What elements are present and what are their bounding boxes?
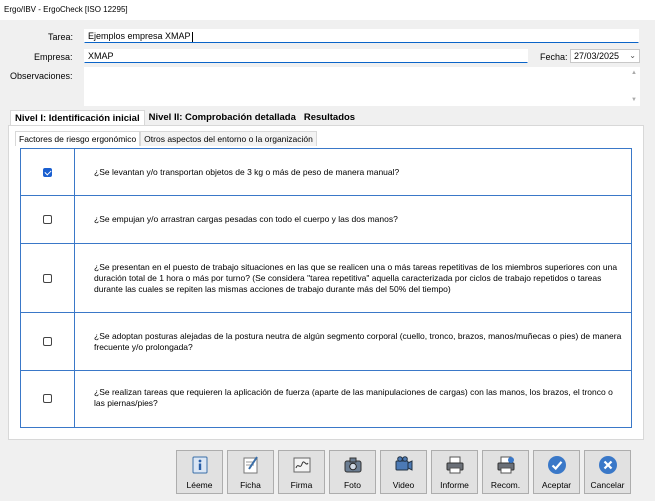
- fecha-date-picker[interactable]: 27/03/2025 ⌄: [570, 49, 640, 63]
- title-bar: Ergo/IBV - ErgoCheck [ISO 12295]: [0, 0, 655, 20]
- tarea-input[interactable]: Ejemplos empresa XMAP: [84, 29, 639, 43]
- text-caret: [191, 31, 193, 42]
- tab-nivel-2[interactable]: Nivel II: Comprobación detallada: [145, 110, 300, 126]
- sub-tabs: Factores de riesgo ergonómico Otros aspe…: [15, 131, 317, 146]
- button-label: Firma: [290, 480, 313, 490]
- question-checkbox[interactable]: [43, 168, 52, 177]
- checkbox-cell: [21, 244, 75, 312]
- foto-button[interactable]: Foto: [329, 450, 376, 494]
- fecha-label: Fecha:: [540, 52, 568, 62]
- ficha-button[interactable]: Ficha: [227, 450, 274, 494]
- observaciones-textarea[interactable]: ▲ ▼: [84, 67, 640, 106]
- tarea-value: Ejemplos empresa XMAP: [88, 31, 191, 41]
- edit-icon: [243, 456, 258, 474]
- button-label: Informe: [440, 480, 469, 490]
- button-label: Ficha: [240, 480, 261, 490]
- printer-icon: [446, 456, 464, 474]
- questions-grid: ¿Se levantan y/o transportan objetos de …: [20, 148, 632, 428]
- check-icon: [548, 456, 566, 474]
- firma-button[interactable]: Firma: [278, 450, 325, 494]
- informe-button[interactable]: Informe: [431, 450, 478, 494]
- question-checkbox[interactable]: [43, 215, 52, 224]
- empresa-label: Empresa:: [34, 52, 73, 62]
- recom-button[interactable]: Recom.: [482, 450, 529, 494]
- question-text: ¿Se realizan tareas que requieren la apl…: [94, 387, 613, 408]
- button-label: Video: [392, 480, 415, 490]
- scroll-up-icon[interactable]: ▲: [631, 70, 637, 76]
- button-label: Foto: [343, 480, 361, 490]
- cancelar-button[interactable]: Cancelar: [584, 450, 631, 494]
- question-row: ¿Se presentan en el puesto de trabajo si…: [21, 244, 631, 313]
- button-label: Recom.: [490, 480, 521, 490]
- question-row: ¿Se levantan y/o transportan objetos de …: [21, 149, 631, 196]
- observaciones-label: Observaciones:: [10, 71, 73, 81]
- tab-otros-aspectos[interactable]: Otros aspectos del entorno o la organiza…: [140, 131, 317, 146]
- question-checkbox[interactable]: [43, 394, 52, 403]
- tarea-label: Tarea:: [48, 32, 74, 42]
- question-checkbox[interactable]: [43, 337, 52, 346]
- info-icon: [192, 456, 208, 474]
- tab-nivel-1[interactable]: Nivel I: Identificación inicial: [10, 110, 145, 126]
- question-text: ¿Se presentan en el puesto de trabajo si…: [94, 262, 618, 294]
- close-icon: [599, 456, 617, 474]
- video-button[interactable]: Video: [380, 450, 427, 494]
- question-checkbox[interactable]: [43, 274, 52, 283]
- button-label: Léeme: [186, 480, 213, 490]
- fecha-value: 27/03/2025: [574, 51, 620, 61]
- button-bar: Léeme Ficha Firma Foto Video Informe Rec…: [176, 450, 631, 494]
- camera-icon: [344, 457, 362, 473]
- main-tabs: Nivel I: Identificación inicial Nivel II…: [10, 110, 359, 126]
- tab-resultados[interactable]: Resultados: [300, 110, 359, 126]
- question-row: ¿Se empujan y/o arrastran cargas pesadas…: [21, 196, 631, 244]
- window-title: Ergo/IBV - ErgoCheck [ISO 12295]: [4, 5, 128, 14]
- chevron-down-icon[interactable]: ⌄: [629, 51, 636, 60]
- video-icon: [395, 456, 413, 471]
- recommendations-icon: [497, 456, 515, 474]
- empresa-input[interactable]: XMAP: [84, 49, 528, 63]
- checkbox-cell: [21, 196, 75, 243]
- aceptar-button[interactable]: Aceptar: [533, 450, 580, 494]
- empresa-value: XMAP: [88, 51, 114, 61]
- question-row: ¿Se realizan tareas que requieren la apl…: [21, 371, 631, 427]
- checkbox-cell: [21, 371, 75, 427]
- tab-factores-riesgo[interactable]: Factores de riesgo ergonómico: [15, 131, 141, 146]
- question-text: ¿Se adoptan posturas alejadas de la post…: [94, 331, 622, 352]
- button-label: Aceptar: [541, 480, 572, 490]
- scroll-down-icon[interactable]: ▼: [631, 97, 637, 103]
- checkbox-cell: [21, 149, 75, 195]
- button-label: Cancelar: [590, 480, 625, 490]
- leeme-button[interactable]: Léeme: [176, 450, 223, 494]
- question-text: ¿Se levantan y/o transportan objetos de …: [94, 167, 400, 177]
- question-row: ¿Se adoptan posturas alejadas de la post…: [21, 313, 631, 371]
- signature-icon: [293, 457, 311, 473]
- question-text: ¿Se empujan y/o arrastran cargas pesadas…: [94, 214, 398, 224]
- checkbox-cell: [21, 313, 75, 370]
